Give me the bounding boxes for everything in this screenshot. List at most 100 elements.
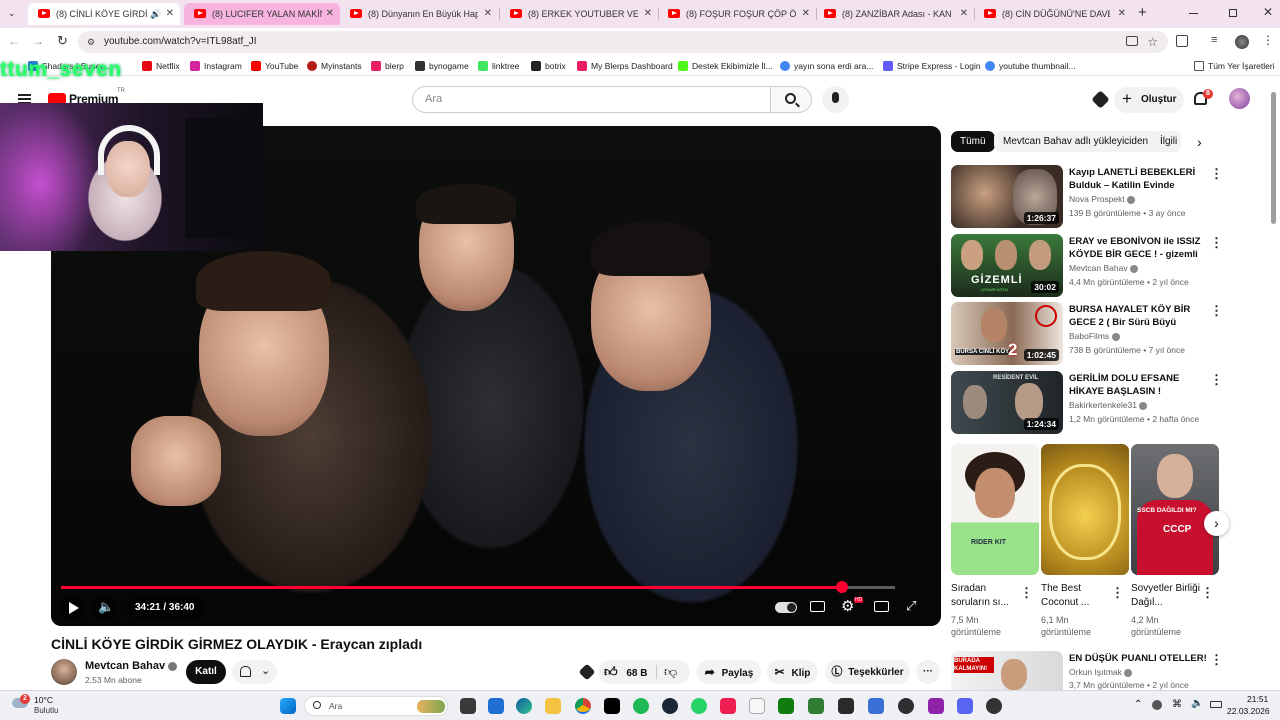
subscribed-bell-button[interactable]: ⌄ (232, 660, 277, 684)
tiktok-studio-icon[interactable] (720, 698, 736, 714)
browser-tab-3[interactable]: (8) Dünyanın En Büyük Hapishanesi ✕ (340, 3, 498, 25)
shorts-thumbnail[interactable]: RIDER KIT (951, 444, 1039, 575)
tray-app-icon[interactable] (1152, 700, 1162, 710)
related-video-title[interactable]: GERİLİM DOLU EFSANE HİKAYE BAŞLASIN ! RE… (1069, 372, 1207, 398)
clip-button[interactable]: ✂ Klip (767, 660, 818, 684)
related-video-channel[interactable]: Nova Prospekt (1069, 194, 1136, 204)
address-bar[interactable]: ⚙ youtube.com/watch?v=ITL98atf_JI ☆ (78, 31, 1168, 53)
tiktok-icon[interactable] (604, 698, 620, 714)
join-button[interactable]: Katıl (186, 660, 226, 684)
bookmark-item[interactable]: YouTube (251, 56, 298, 76)
edge-icon[interactable] (516, 698, 532, 714)
shorts-thumbnail[interactable] (1041, 444, 1129, 575)
more-actions-button[interactable]: ··· (916, 660, 940, 684)
fullscreen-icon[interactable]: ⤢ (906, 598, 916, 614)
shorts-thumbnail[interactable]: СССР SSCB DAĞILDI MI? (1131, 444, 1219, 575)
bookmark-item[interactable]: Netflix (142, 56, 180, 76)
close-tab-icon[interactable]: ✕ (166, 3, 174, 25)
video-menu-icon[interactable]: ⋮ (1210, 373, 1223, 386)
wifi-icon[interactable]: ⌘ (1172, 699, 1182, 710)
subtitles-icon[interactable] (810, 601, 825, 612)
extensions-icon[interactable] (1176, 35, 1188, 47)
miniplayer-icon[interactable] (874, 601, 889, 612)
battery-icon[interactable] (1210, 701, 1222, 708)
video-progress-bar[interactable] (61, 581, 895, 593)
tab-list-chevron-icon[interactable]: ⌄ (8, 8, 18, 18)
short-menu-icon[interactable]: ⋮ (1111, 586, 1124, 599)
video-menu-icon[interactable]: ⋮ (1210, 236, 1223, 249)
related-video-channel[interactable]: BaboFilms (1069, 331, 1120, 341)
app-icon[interactable] (986, 698, 1002, 714)
chip-related[interactable]: İlgili (1151, 131, 1181, 152)
short-title[interactable]: Sovyetler Birliği Dağıl... (1131, 582, 1201, 610)
bookmark-item[interactable]: Stripe Express - Login (883, 56, 981, 76)
related-video-thumbnail[interactable]: 1:26:37 (951, 165, 1063, 228)
bookmark-item[interactable]: linktree (478, 56, 519, 76)
taskbar-search[interactable]: Ara (304, 696, 448, 716)
video-scrubber-handle[interactable] (835, 581, 848, 593)
forward-arrow-icon[interactable]: → (32, 34, 44, 48)
related-video-channel[interactable]: Bakirkertenkele31 (1069, 400, 1148, 410)
thanks-button[interactable]: Ⓛ Teşekkürler (825, 660, 910, 684)
dislike-button[interactable]: 👎︎ (664, 660, 677, 684)
spotify-icon[interactable] (633, 698, 649, 714)
bookmark-item[interactable]: bynogame (415, 56, 469, 76)
bookmark-item[interactable]: yayın sona erdi ara... (780, 56, 873, 76)
channel-avatar[interactable] (51, 659, 77, 685)
browser-tab-7[interactable]: (8) CİN DÜĞÜNÜ'NE DAVET EDİLDİK ✕ (974, 3, 1132, 25)
video-menu-icon[interactable]: ⋮ (1210, 304, 1223, 317)
settings-gear-icon[interactable]: ⚙ (841, 597, 854, 615)
shorts-next-button[interactable]: › (1204, 511, 1229, 536)
close-tab-icon[interactable]: ✕ (644, 3, 652, 25)
close-tab-icon[interactable]: ✕ (326, 3, 334, 25)
profile-avatar[interactable] (1235, 35, 1249, 49)
clock-date[interactable]: 22.03.2026 (1227, 706, 1270, 716)
chips-next-chevron-icon[interactable]: › (1197, 134, 1202, 150)
sidebar-app-icon[interactable] (808, 698, 824, 714)
related-video-title[interactable]: ERAY ve EBONİVON ile ISSIZ KÖYDE BİR GEC… (1069, 235, 1207, 261)
notepad-icon[interactable] (749, 698, 765, 714)
epic-games-icon[interactable] (838, 698, 854, 714)
all-bookmarks-folder[interactable]: Tüm Yer İşaretleri (1194, 56, 1275, 76)
extension-action-icon[interactable] (578, 663, 596, 681)
install-app-icon[interactable] (1126, 36, 1138, 46)
bookmark-item[interactable]: Instagram (190, 56, 242, 76)
whatsapp-icon[interactable] (691, 698, 707, 714)
related-video-thumbnail[interactable]: RESİDENT EVİL 1:24:34 (951, 371, 1063, 434)
close-tab-icon[interactable]: ✕ (1118, 3, 1126, 25)
weather-widget[interactable]: 2 10°C Bulutlu (12, 694, 72, 718)
video-menu-icon[interactable]: ⋮ (1210, 167, 1223, 180)
volume-button[interactable]: 🔈 (93, 596, 117, 620)
share-button[interactable]: ➦ Paylaş (697, 660, 761, 684)
bookmark-item[interactable]: My Blerps Dashboard (577, 56, 673, 76)
windows-start-icon[interactable] (280, 698, 296, 714)
voice-search-button[interactable] (822, 86, 849, 113)
related-video-channel[interactable]: Orkun Işıtmak (1069, 667, 1133, 677)
account-avatar[interactable] (1229, 88, 1250, 109)
bookmark-star-icon[interactable]: ☆ (1147, 31, 1158, 53)
bookmark-item[interactable]: youtube thumbnail... (985, 56, 1076, 76)
like-button[interactable]: 👍︎ 68 B (604, 660, 648, 684)
related-video-thumbnail[interactable]: BURSA CİNLİ KÖY 2 1:02:45 (951, 302, 1063, 365)
related-video-channel[interactable]: Mevtcan Bahav (1069, 263, 1138, 273)
close-tab-icon[interactable]: ✕ (802, 3, 810, 25)
search-button[interactable] (770, 86, 812, 113)
app-icon[interactable] (868, 698, 884, 714)
close-tab-icon[interactable]: ✕ (484, 3, 492, 25)
xbox-icon[interactable] (778, 698, 794, 714)
speaker-icon[interactable]: 🔈 (1191, 698, 1203, 709)
video-menu-icon[interactable]: ⋮ (1210, 653, 1223, 666)
obs-icon[interactable] (898, 698, 914, 714)
maximize-icon[interactable] (1229, 9, 1237, 17)
steam-icon[interactable] (662, 698, 678, 714)
page-scrollbar-thumb[interactable] (1271, 92, 1276, 224)
related-video-title[interactable]: EN DÜŞÜK PUANLI OTELLER! (1069, 652, 1207, 665)
media-control-icon[interactable]: ≡ (1211, 34, 1217, 46)
short-menu-icon[interactable]: ⋮ (1201, 586, 1214, 599)
create-button[interactable]: + Oluştur (1114, 87, 1184, 113)
chip-all[interactable]: Tümü (951, 131, 995, 152)
browser-tab-2[interactable]: (8) LUCIFER YALAN MAKİNESİNE ✕ (184, 3, 340, 25)
chip-from-uploader[interactable]: Mevtcan Bahav adlı yükleyiciden (994, 131, 1158, 152)
search-input[interactable]: Ara (412, 86, 770, 113)
autoplay-toggle[interactable] (775, 602, 797, 613)
